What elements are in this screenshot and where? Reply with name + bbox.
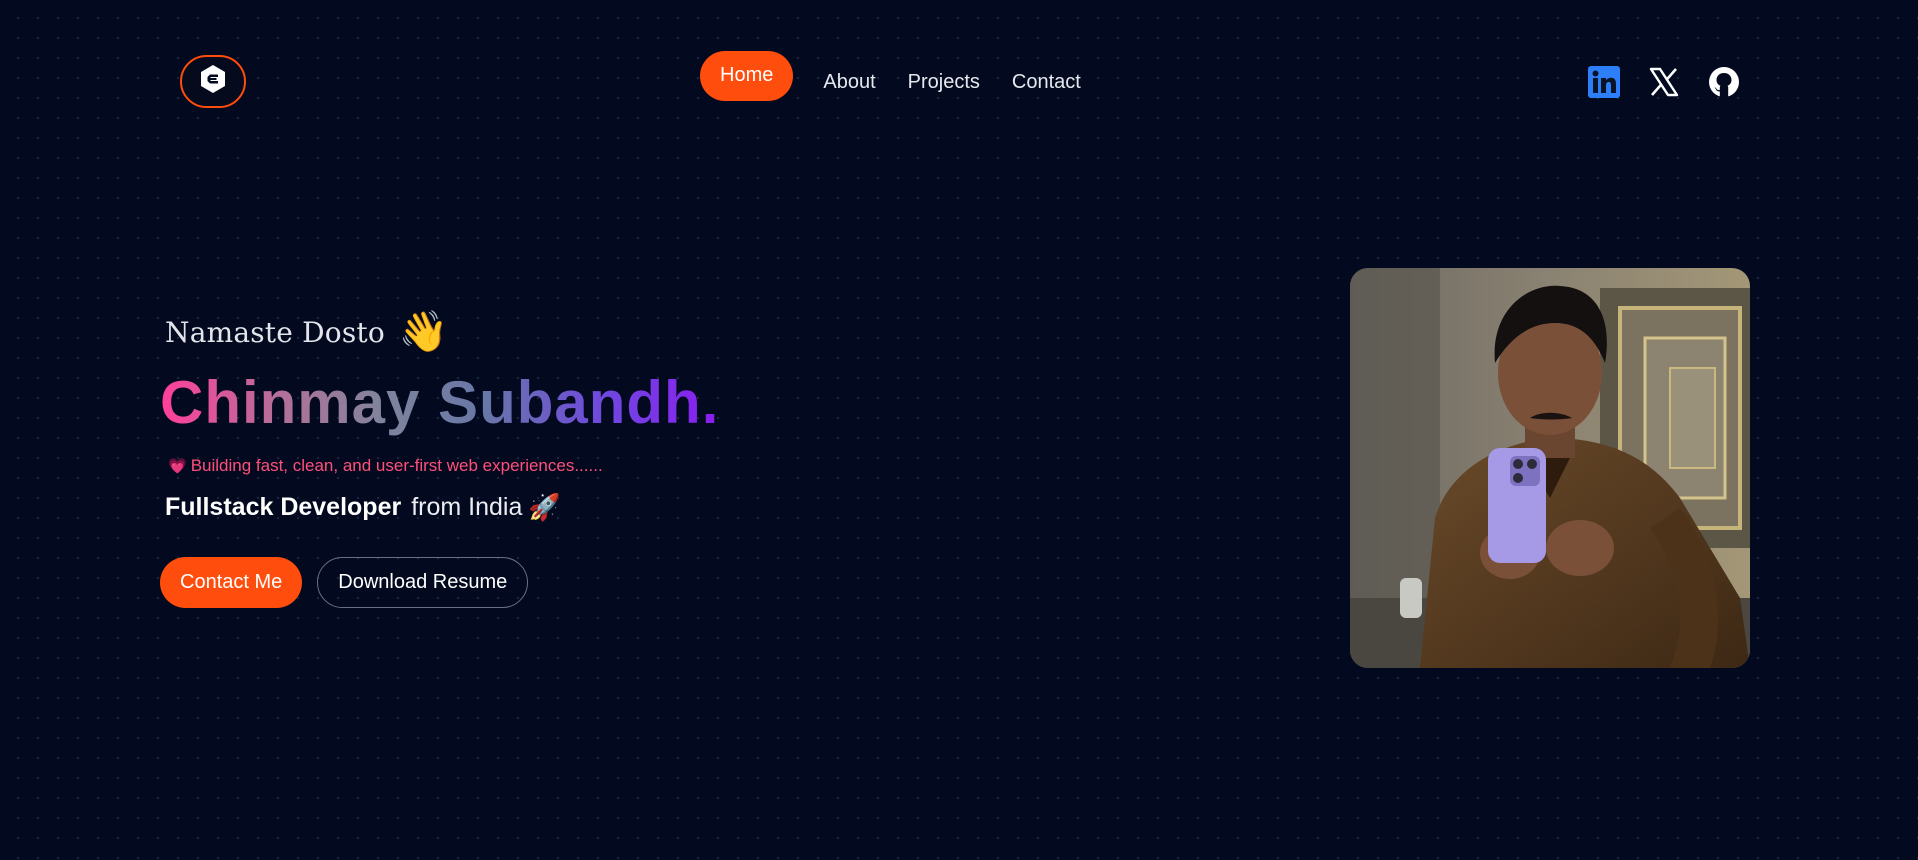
heart-icon: 💗 [168,458,187,475]
waving-hand-icon: 👋 [398,310,449,354]
hero-name: Chinmay Subandh. [160,369,720,436]
profile-photo [1350,268,1750,668]
github-icon[interactable] [1708,66,1740,98]
linkedin-icon[interactable] [1588,66,1620,98]
site-logo[interactable] [180,55,246,108]
role-title: Fullstack Developer [165,493,402,521]
tagline: 💗 Building fast, clean, and user-first w… [168,456,603,476]
greeting-text: Namaste Dosto [165,315,385,349]
role-line: Fullstack Developer from India 🚀 [165,492,561,523]
contact-me-button[interactable]: Contact Me [160,557,303,608]
download-resume-button[interactable]: Download Resume [317,557,529,608]
social-links [1588,66,1740,98]
hero-actions: Contact Me Download Resume [160,557,529,608]
nav-contact[interactable]: Contact [1012,71,1081,94]
nav-home[interactable]: Home [700,51,794,101]
x-twitter-icon[interactable] [1648,66,1680,98]
hexagon-e-logo-icon [198,64,228,99]
main-nav: Home About Projects Contact [700,51,1113,101]
tagline-text: Building fast, clean, and user-first web… [190,456,603,475]
rocket-icon: 🚀 [528,492,561,522]
nav-about[interactable]: About [823,71,875,94]
role-location: from India [411,493,523,521]
nav-projects[interactable]: Projects [908,71,980,94]
greeting: Namaste Dosto 👋 [165,312,449,352]
